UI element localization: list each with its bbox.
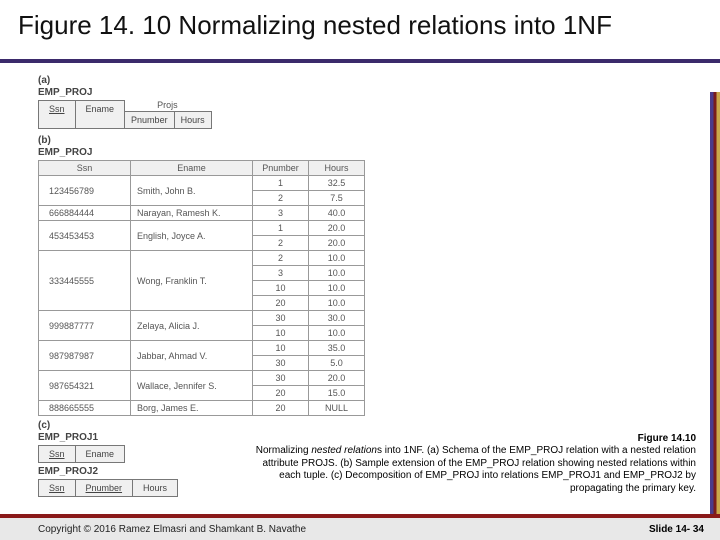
cell-ssn: 666884444 <box>39 206 131 221</box>
cell-hours: 20.0 <box>309 371 365 386</box>
table-row: 987987987Jabbar, Ahmad V.1035.0 <box>39 341 365 356</box>
cell-pnumber: 10 <box>253 326 309 341</box>
cell-ssn: 333445555 <box>39 251 131 311</box>
cell-hours: 20.0 <box>309 221 365 236</box>
cell-pnumber: 20 <box>253 296 309 311</box>
relname-a: EMP_PROJ <box>38 87 720 98</box>
figure-caption: Figure 14.10 Normalizing nested relation… <box>246 433 696 496</box>
col-pnumber: Pnumber <box>124 111 175 129</box>
label-c: (c) <box>38 420 720 431</box>
cell-pnumber: 30 <box>253 311 309 326</box>
table-b: Ssn Ename Pnumber Hours 123456789Smith, … <box>38 160 365 416</box>
cell-pnumber: 3 <box>253 206 309 221</box>
copyright: Copyright © 2016 Ramez Elmasri and Shamk… <box>38 524 306 535</box>
cell-hours: 10.0 <box>309 266 365 281</box>
cell-ssn: 987987987 <box>39 341 131 371</box>
table-row: 888665555Borg, James E.20NULL <box>39 401 365 416</box>
cell-hours: 35.0 <box>309 341 365 356</box>
slide-number: Slide 14- 34 <box>649 524 704 535</box>
cell-hours: 10.0 <box>309 281 365 296</box>
c2-hours: Hours <box>132 479 178 497</box>
table-row: 666884444Narayan, Ramesh K.340.0 <box>39 206 365 221</box>
cell-pnumber: 2 <box>253 236 309 251</box>
cell-pnumber: 3 <box>253 266 309 281</box>
relname-b: EMP_PROJ <box>38 147 720 158</box>
cell-ssn: 123456789 <box>39 176 131 206</box>
cell-hours: 7.5 <box>309 191 365 206</box>
cell-pnumber: 20 <box>253 386 309 401</box>
label-b: (b) <box>38 135 720 146</box>
c1-ssn: Ssn <box>38 445 76 463</box>
hdr-ssn: Ssn <box>39 161 131 176</box>
cell-ename: Zelaya, Alicia J. <box>131 311 253 341</box>
hdr-ename: Ename <box>131 161 253 176</box>
cell-ssn: 987654321 <box>39 371 131 401</box>
cell-hours: 15.0 <box>309 386 365 401</box>
slide-title-area: Figure 14. 10 Normalizing nested relatio… <box>0 0 720 63</box>
cell-ename: Wallace, Jennifer S. <box>131 371 253 401</box>
projs-group: Projs Pnumber Hours <box>124 100 211 129</box>
cell-hours: 30.0 <box>309 311 365 326</box>
decorative-sidebar <box>710 92 720 514</box>
footer: Copyright © 2016 Ramez Elmasri and Shamk… <box>0 514 720 540</box>
cell-pnumber: 10 <box>253 281 309 296</box>
cell-pnumber: 2 <box>253 191 309 206</box>
cell-hours: 20.0 <box>309 236 365 251</box>
col-hours: Hours <box>174 111 212 129</box>
cell-hours: 5.0 <box>309 356 365 371</box>
c2-pnumber: Pnumber <box>75 479 134 497</box>
cell-hours: 40.0 <box>309 206 365 221</box>
schema-a: Ssn Ename Projs Pnumber Hours <box>38 100 720 129</box>
table-row: 333445555Wong, Franklin T.210.0 <box>39 251 365 266</box>
cell-hours: 10.0 <box>309 326 365 341</box>
cell-ename: English, Joyce A. <box>131 221 253 251</box>
hdr-pnumber: Pnumber <box>253 161 309 176</box>
col-ssn: Ssn <box>38 100 76 129</box>
cell-ename: Narayan, Ramesh K. <box>131 206 253 221</box>
cell-ename: Wong, Franklin T. <box>131 251 253 311</box>
cell-ename: Jabbar, Ahmad V. <box>131 341 253 371</box>
cell-pnumber: 10 <box>253 341 309 356</box>
cell-pnumber: 1 <box>253 176 309 191</box>
slide-title: Figure 14. 10 Normalizing nested relatio… <box>18 10 702 41</box>
cell-hours: 32.5 <box>309 176 365 191</box>
cell-ssn: 999887777 <box>39 311 131 341</box>
projs-label: Projs <box>124 100 211 111</box>
c1-ename: Ename <box>75 445 126 463</box>
cell-ssn: 888665555 <box>39 401 131 416</box>
cell-hours: 10.0 <box>309 251 365 266</box>
label-a: (a) <box>38 75 720 86</box>
slide-content: (a) EMP_PROJ Ssn Ename Projs Pnumber Hou… <box>0 63 720 497</box>
cell-ename: Borg, James E. <box>131 401 253 416</box>
cell-pnumber: 1 <box>253 221 309 236</box>
cell-pnumber: 30 <box>253 356 309 371</box>
cell-hours: 10.0 <box>309 296 365 311</box>
table-row: 123456789Smith, John B.132.5 <box>39 176 365 191</box>
table-row: 453453453English, Joyce A.120.0 <box>39 221 365 236</box>
hdr-hours: Hours <box>309 161 365 176</box>
cell-ssn: 453453453 <box>39 221 131 251</box>
cell-pnumber: 20 <box>253 401 309 416</box>
c2-ssn: Ssn <box>38 479 76 497</box>
table-row: 999887777Zelaya, Alicia J.3030.0 <box>39 311 365 326</box>
cell-pnumber: 30 <box>253 371 309 386</box>
cell-pnumber: 2 <box>253 251 309 266</box>
table-row: 987654321Wallace, Jennifer S.3020.0 <box>39 371 365 386</box>
col-ename: Ename <box>75 100 126 129</box>
cell-ename: Smith, John B. <box>131 176 253 206</box>
cell-hours: NULL <box>309 401 365 416</box>
